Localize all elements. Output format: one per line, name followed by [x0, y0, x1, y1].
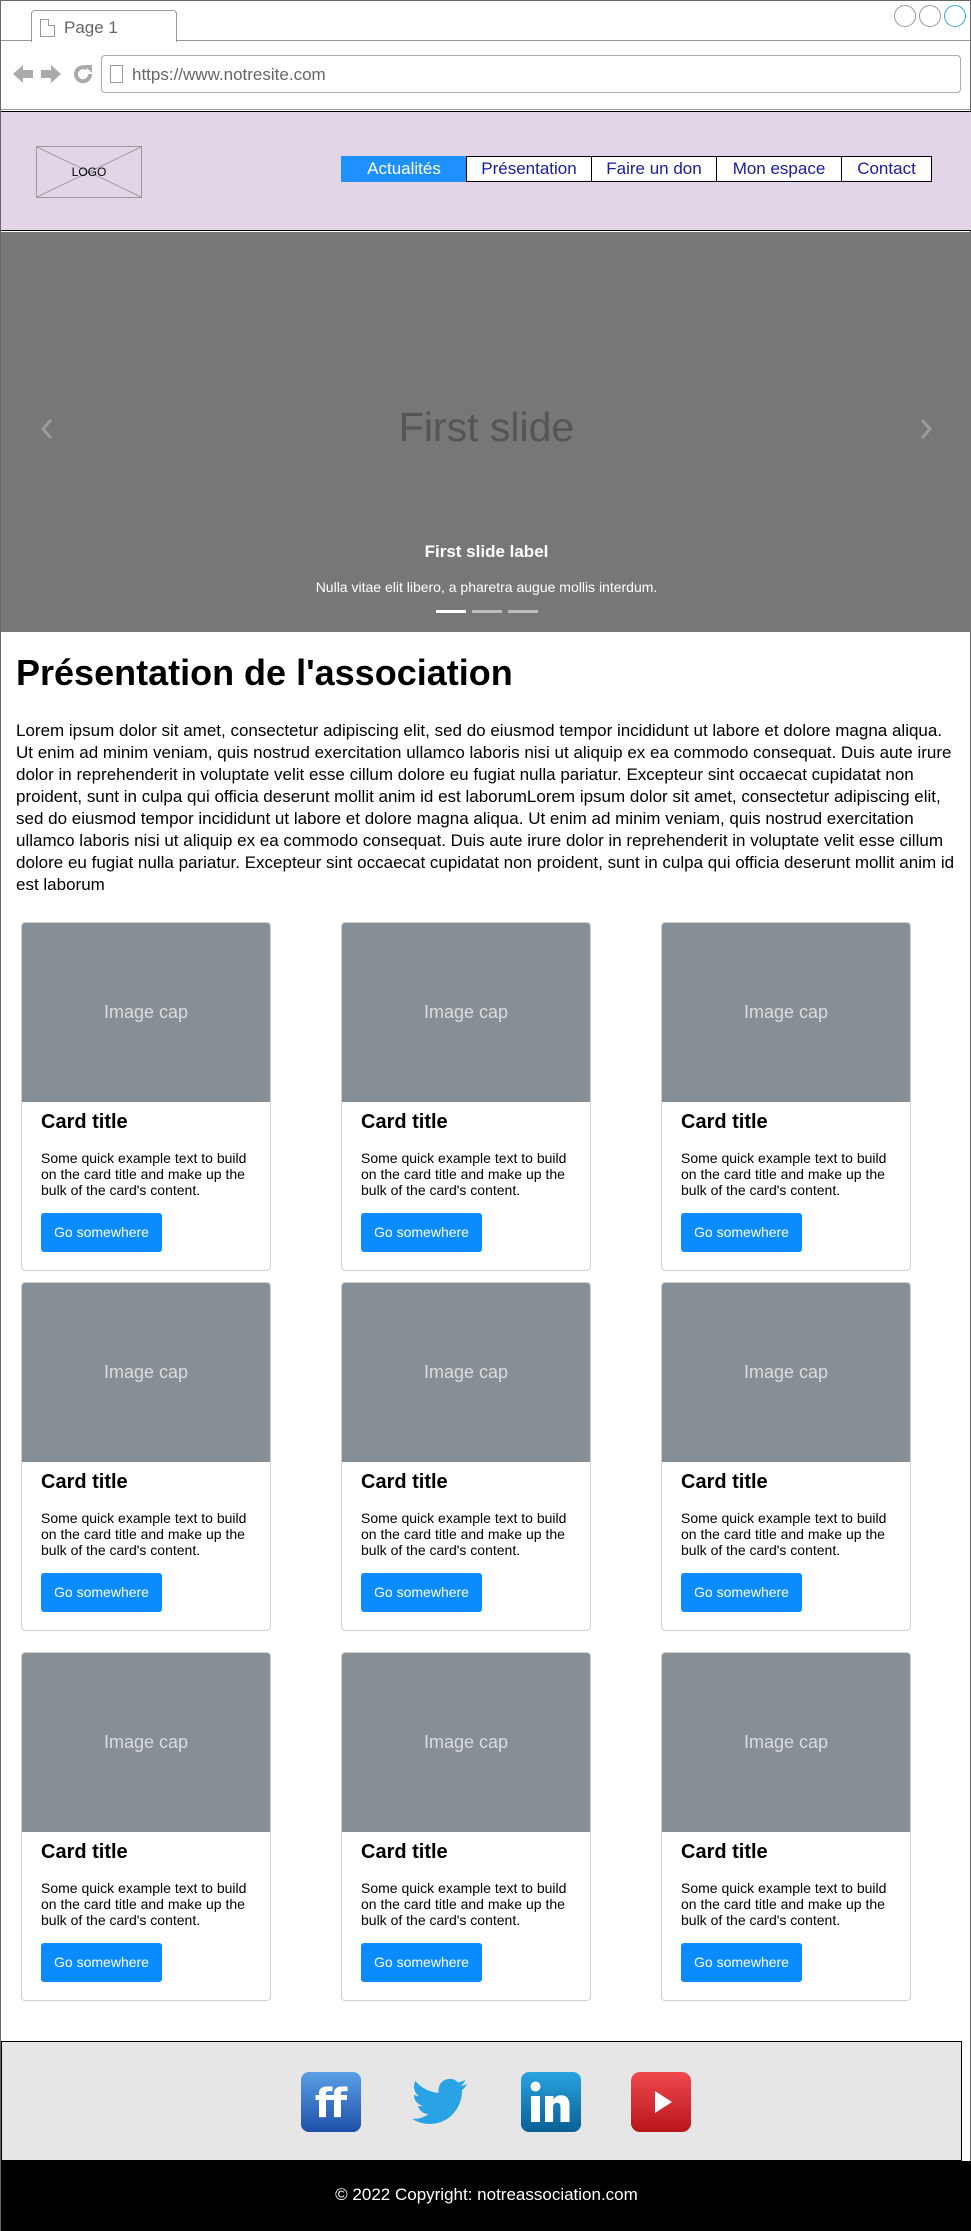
card-title: Card title: [361, 1111, 448, 1133]
card-text: Some quick example text to build on the …: [41, 1150, 247, 1198]
card-image: Image cap: [342, 923, 590, 1102]
card-image: Image cap: [342, 1653, 590, 1832]
menu-item-mon-espace[interactable]: Mon espace: [716, 156, 842, 182]
page-icon: [40, 19, 55, 37]
card-text: Some quick example text to build on the …: [41, 1880, 247, 1928]
footer-copyright-bar: © 2022 Copyright: notreassociation.com: [1, 2161, 971, 2231]
card-text: Some quick example text to build on the …: [361, 1150, 567, 1198]
card-title: Card title: [41, 1111, 128, 1133]
card-image: Image cap: [662, 923, 910, 1102]
menu-item-presentation[interactable]: Présentation: [466, 156, 592, 182]
menu-item-faire-un-don[interactable]: Faire un don: [591, 156, 717, 182]
go-somewhere-button[interactable]: Go somewhere: [681, 1943, 802, 1982]
card-text: Some quick example text to build on the …: [41, 1510, 247, 1558]
page-title: Présentation de l'association: [16, 652, 513, 693]
card: Image cap Card title Some quick example …: [341, 1282, 591, 1631]
card: Image cap Card title Some quick example …: [661, 1282, 911, 1631]
minimize-button[interactable]: [894, 5, 916, 27]
carousel-indicator[interactable]: [436, 610, 466, 613]
go-somewhere-button[interactable]: Go somewhere: [361, 1943, 482, 1982]
youtube-icon[interactable]: [631, 2072, 691, 2132]
maximize-button[interactable]: [919, 5, 941, 27]
card: Image cap Card title Some quick example …: [341, 1652, 591, 2001]
card-title: Card title: [41, 1471, 128, 1493]
card-text: Some quick example text to build on the …: [361, 1510, 567, 1558]
card-image: Image cap: [22, 1653, 270, 1832]
card-title: Card title: [361, 1471, 448, 1493]
footer-social-bar: ff: [1, 2041, 962, 2161]
main-menu: Actualités Présentation Faire un don Mon…: [341, 156, 932, 182]
menu-item-contact[interactable]: Contact: [841, 156, 932, 182]
go-somewhere-button[interactable]: Go somewhere: [681, 1213, 802, 1252]
go-somewhere-button[interactable]: Go somewhere: [41, 1943, 162, 1982]
card: Image cap Card title Some quick example …: [21, 1652, 271, 2001]
copyright-text: © 2022 Copyright: notreassociation.com: [335, 2185, 638, 2204]
tab-label: Page 1: [64, 18, 118, 37]
back-arrow-icon[interactable]: [11, 62, 35, 92]
slide-title: First slide: [398, 404, 575, 450]
card: Image cap Card title Some quick example …: [341, 922, 591, 1271]
slide-caption-label: First slide label: [424, 542, 549, 561]
flickr-icon[interactable]: ff: [301, 2072, 361, 2132]
card-image: Image cap: [662, 1283, 910, 1462]
browser-window: Page 1 https://www.notresite.com LOGO Ac…: [0, 0, 971, 2231]
slide-caption-text: Nulla vitae elit libero, a pharetra augu…: [315, 579, 658, 595]
card-title: Card title: [681, 1471, 768, 1493]
site-header: LOGO Actualités Présentation Faire un do…: [1, 111, 971, 231]
chevron-left-icon[interactable]: [39, 415, 55, 447]
card: Image cap Card title Some quick example …: [21, 922, 271, 1271]
card-image: Image cap: [22, 1283, 270, 1462]
page-icon: [110, 65, 123, 83]
tab-bar: Page 1: [1, 1, 970, 42]
card-title: Card title: [681, 1841, 768, 1863]
tab-page-1[interactable]: Page 1: [31, 10, 177, 42]
logo[interactable]: LOGO: [36, 146, 142, 198]
twitter-icon[interactable]: [411, 2072, 471, 2132]
carousel-indicator[interactable]: [508, 610, 538, 613]
logo-text: LOGO: [71, 165, 107, 179]
go-somewhere-button[interactable]: Go somewhere: [41, 1573, 162, 1612]
reload-icon[interactable]: [71, 62, 95, 92]
card-image: Image cap: [22, 923, 270, 1102]
url-text: https://www.notresite.com: [132, 65, 326, 84]
go-somewhere-button[interactable]: Go somewhere: [41, 1213, 162, 1252]
go-somewhere-button[interactable]: Go somewhere: [361, 1573, 482, 1612]
card-title: Card title: [41, 1841, 128, 1863]
card-text: Some quick example text to build on the …: [681, 1510, 887, 1558]
address-bar-row: https://www.notresite.com: [1, 42, 970, 110]
card-title: Card title: [681, 1111, 768, 1133]
go-somewhere-button[interactable]: Go somewhere: [361, 1213, 482, 1252]
svg-text:ff: ff: [315, 2081, 348, 2127]
close-button[interactable]: [944, 5, 966, 27]
forward-arrow-icon[interactable]: [39, 62, 63, 92]
card-title: Card title: [361, 1841, 448, 1863]
chevron-right-icon[interactable]: [918, 415, 934, 447]
go-somewhere-button[interactable]: Go somewhere: [681, 1573, 802, 1612]
card-text: Some quick example text to build on the …: [361, 1880, 567, 1928]
card: Image cap Card title Some quick example …: [21, 1282, 271, 1631]
card-image: Image cap: [342, 1283, 590, 1462]
linkedin-icon[interactable]: [521, 2072, 581, 2132]
presentation-text: Lorem ipsum dolor sit amet, consectetur …: [16, 721, 955, 894]
url-input[interactable]: https://www.notresite.com: [101, 55, 961, 93]
card: Image cap Card title Some quick example …: [661, 1652, 911, 2001]
carousel: First slide First slide label Nulla vita…: [1, 232, 971, 632]
carousel-indicator[interactable]: [472, 610, 502, 613]
carousel-indicators: [436, 610, 538, 613]
card-image: Image cap: [662, 1653, 910, 1832]
card-text: Some quick example text to build on the …: [681, 1150, 887, 1198]
menu-item-actualites[interactable]: Actualités: [341, 156, 467, 182]
card-text: Some quick example text to build on the …: [681, 1880, 887, 1928]
card: Image cap Card title Some quick example …: [661, 922, 911, 1271]
